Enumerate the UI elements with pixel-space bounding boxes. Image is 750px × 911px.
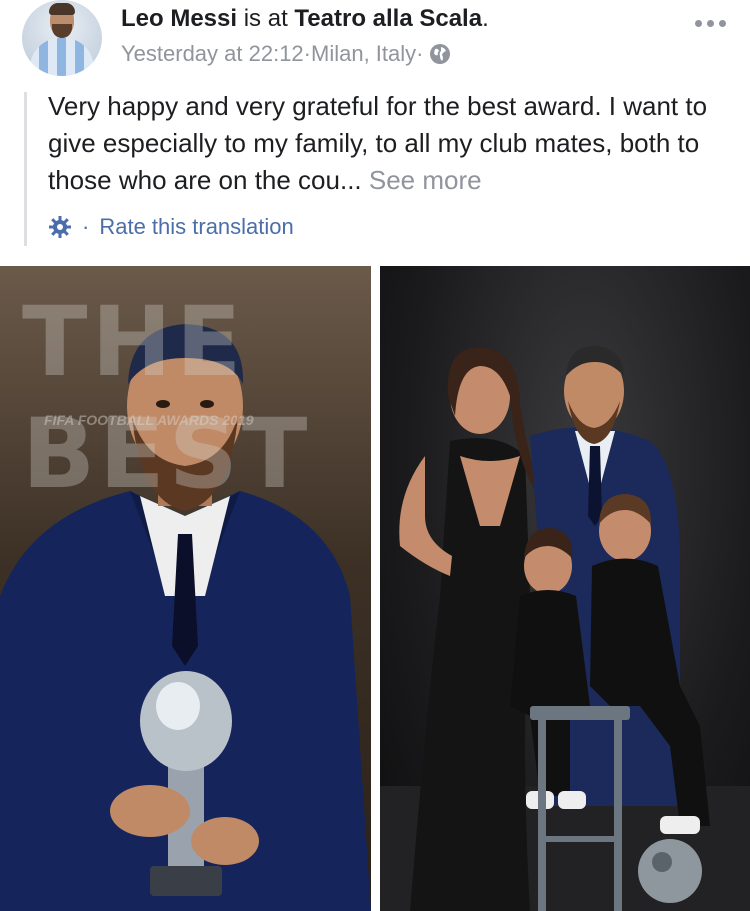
photo-divider bbox=[371, 266, 380, 911]
backdrop-caption-text: FIFA FOOTBALL AWARDS 2019 bbox=[44, 412, 254, 428]
more-options-icon[interactable] bbox=[690, 13, 730, 33]
title-suffix: . bbox=[482, 5, 489, 32]
backdrop-logo-text: THE BEST bbox=[22, 286, 312, 510]
translation-separator: · bbox=[82, 214, 90, 239]
timestamp[interactable]: Yesterday at 22:12 bbox=[121, 41, 304, 67]
translation-quote-bar bbox=[24, 92, 27, 246]
place-name[interactable]: Teatro alla Scala bbox=[294, 5, 482, 32]
post-text: Very happy and very grateful for the bes… bbox=[48, 88, 738, 199]
title-connector: is at bbox=[237, 5, 295, 32]
photo-family-portrait[interactable] bbox=[380, 266, 750, 911]
avatar[interactable] bbox=[22, 0, 102, 76]
globe-icon[interactable] bbox=[429, 43, 451, 65]
post-title: Leo Messi is at Teatro alla Scala. bbox=[121, 5, 489, 33]
post-header: Leo Messi is at Teatro alla Scala. Yeste… bbox=[0, 0, 750, 80]
gear-icon[interactable] bbox=[48, 215, 72, 239]
location-link[interactable]: Milan, Italy bbox=[311, 41, 416, 67]
author-name[interactable]: Leo Messi bbox=[121, 5, 237, 32]
see-more-link[interactable]: See more bbox=[362, 165, 482, 195]
rate-translation-link[interactable]: Rate this translation bbox=[99, 214, 293, 240]
meta-separator: · bbox=[416, 41, 424, 66]
post-meta: Yesterday at 22:12 · Milan, Italy · bbox=[121, 41, 451, 67]
meta-separator: · bbox=[303, 41, 311, 66]
photo-award-trophy[interactable]: THE BEST FIFA FOOTBALL AWARDS 2019 bbox=[0, 266, 371, 911]
translation-row: · Rate this translation bbox=[48, 214, 294, 240]
